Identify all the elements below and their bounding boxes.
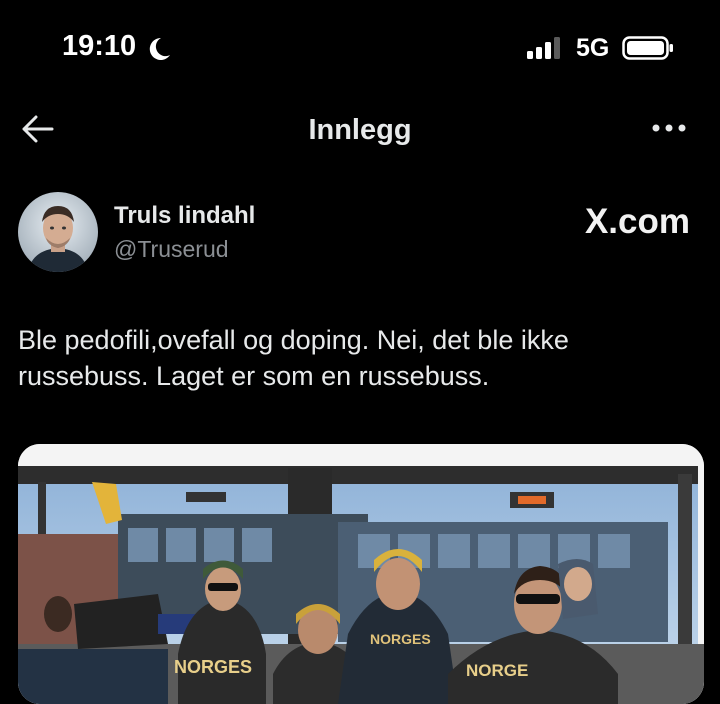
- post-text-line: Ble pedofili,ovefall og doping. Nei, det…: [18, 325, 569, 355]
- jersey-text: NORGES: [370, 631, 431, 647]
- x-watermark: X.com: [584, 202, 690, 241]
- author-name[interactable]: Truls lindahl: [114, 202, 255, 230]
- moon-icon: [149, 37, 170, 60]
- status-time: 19:10: [62, 30, 137, 62]
- top-nav: Innlegg: [0, 100, 720, 160]
- page-title: Innlegg: [308, 114, 412, 146]
- post-image[interactable]: NORGES NORGES NORGE: [18, 444, 704, 704]
- more-icon[interactable]: [650, 116, 690, 140]
- post-text-line: russebuss. Laget er som en russebuss.: [18, 361, 490, 391]
- post-text: Ble pedofili,ovefall og doping. Nei, det…: [18, 322, 698, 394]
- signal-icon: [527, 37, 560, 59]
- jersey-text: NORGES: [174, 657, 252, 677]
- status-bar: 19:10 5G: [0, 0, 720, 100]
- jersey-text: NORGE: [466, 661, 528, 680]
- network-label: 5G: [576, 34, 610, 62]
- avatar[interactable]: [18, 192, 98, 272]
- battery-icon: [622, 36, 673, 60]
- author-handle[interactable]: @Truserud: [114, 236, 229, 263]
